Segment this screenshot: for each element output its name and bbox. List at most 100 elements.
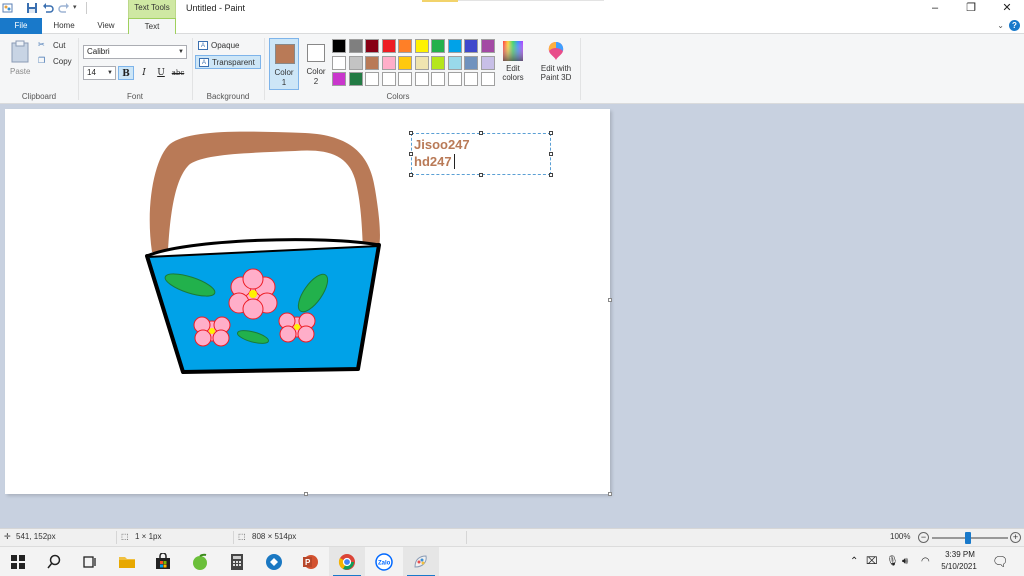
palette-swatch[interactable] bbox=[414, 55, 429, 70]
palette-swatch[interactable] bbox=[348, 72, 363, 86]
palette-swatch[interactable] bbox=[480, 39, 495, 53]
color1-button[interactable]: Color 1 bbox=[269, 38, 299, 90]
canvas-resize-handle-corner[interactable] bbox=[608, 492, 612, 496]
opaque-button[interactable]: A Opaque bbox=[195, 39, 261, 53]
font-size-select[interactable]: 14 ▼ bbox=[83, 66, 116, 80]
palette-swatch[interactable] bbox=[332, 55, 346, 70]
palette-swatch[interactable] bbox=[447, 55, 462, 70]
taskbar-app-blue[interactable] bbox=[256, 547, 292, 576]
taskbar-store[interactable] bbox=[145, 547, 181, 576]
folder-icon bbox=[119, 557, 135, 568]
palette-swatch[interactable] bbox=[398, 72, 412, 86]
paint-app-icon[interactable] bbox=[2, 2, 14, 14]
palette-swatch[interactable] bbox=[381, 55, 396, 70]
palette-swatch[interactable] bbox=[332, 72, 346, 86]
palette-swatch[interactable] bbox=[431, 55, 445, 70]
edit-colors-button[interactable]: Edit colors bbox=[498, 39, 528, 91]
italic-button[interactable]: I bbox=[136, 66, 152, 80]
clock-time[interactable]: 3:39 PM bbox=[938, 550, 982, 559]
resize-handle[interactable] bbox=[409, 131, 413, 135]
canvas-resize-handle-right[interactable] bbox=[608, 298, 612, 302]
clock-date[interactable]: 5/10/2021 bbox=[934, 562, 984, 571]
microphone-icon[interactable]: 🎙︎ bbox=[886, 556, 899, 567]
palette-swatch[interactable] bbox=[464, 39, 478, 53]
zoom-out-button[interactable]: − bbox=[918, 532, 929, 543]
tab-view[interactable]: View bbox=[86, 18, 126, 34]
wifi-icon[interactable]: ◠ bbox=[921, 556, 930, 567]
taskbar-zalo[interactable]: Zalo bbox=[366, 547, 402, 576]
tab-file[interactable]: File bbox=[0, 18, 42, 34]
palette-swatch[interactable] bbox=[398, 39, 412, 53]
redo-icon[interactable] bbox=[58, 2, 70, 14]
drawing-canvas[interactable]: Jisoo247 hd247 bbox=[5, 109, 610, 494]
palette-swatch[interactable] bbox=[447, 39, 462, 53]
taskbar: P Zalo ⌃ ⌧ 🎙︎ 🔊︎ ◠ 3:39 PM 5/10/2021 🗨︎ bbox=[0, 546, 1024, 576]
palette-swatch[interactable] bbox=[348, 55, 363, 70]
taskbar-calculator[interactable] bbox=[219, 547, 255, 576]
palette-swatch[interactable] bbox=[398, 55, 412, 70]
palette-swatch[interactable] bbox=[431, 72, 445, 86]
minimize-button[interactable]: – bbox=[920, 0, 950, 18]
zoom-slider-thumb[interactable] bbox=[965, 532, 971, 544]
resize-handle[interactable] bbox=[479, 173, 483, 177]
palette-swatch[interactable] bbox=[447, 72, 462, 86]
palette-swatch[interactable] bbox=[431, 39, 445, 53]
resize-handle[interactable] bbox=[549, 173, 553, 177]
palette-swatch[interactable] bbox=[348, 39, 363, 53]
close-button[interactable]: ✕ bbox=[992, 0, 1022, 18]
palette-swatch[interactable] bbox=[365, 72, 379, 86]
tab-home[interactable]: Home bbox=[44, 18, 84, 34]
tab-text[interactable]: Text bbox=[128, 18, 176, 35]
resize-handle[interactable] bbox=[549, 152, 553, 156]
palette-swatch[interactable] bbox=[365, 55, 379, 70]
palette-swatch[interactable] bbox=[414, 72, 429, 86]
paste-button[interactable]: Paste bbox=[8, 40, 32, 76]
resize-handle[interactable] bbox=[409, 173, 413, 177]
palette-swatch[interactable] bbox=[464, 72, 478, 86]
palette-swatch[interactable] bbox=[332, 39, 346, 53]
bold-button[interactable]: B bbox=[118, 66, 134, 80]
palette-swatch[interactable] bbox=[414, 39, 429, 53]
palette-swatch[interactable] bbox=[464, 55, 478, 70]
taskbar-chrome[interactable] bbox=[329, 547, 365, 576]
canvas-resize-handle-bottom[interactable] bbox=[304, 492, 308, 496]
palette-swatch[interactable] bbox=[365, 39, 379, 53]
status-divider bbox=[233, 531, 234, 544]
transparent-button[interactable]: A Transparent bbox=[195, 55, 261, 69]
palette-swatch[interactable] bbox=[480, 72, 495, 86]
font-family-select[interactable]: Calibri ▼ bbox=[83, 45, 187, 59]
undo-icon[interactable] bbox=[42, 2, 54, 14]
chevron-down-icon[interactable]: ⌄ bbox=[997, 21, 1004, 30]
color2-button[interactable]: Color 2 bbox=[301, 38, 331, 90]
zoom-in-button[interactable]: + bbox=[1010, 532, 1021, 543]
notifications-icon[interactable]: 🗨︎ bbox=[992, 554, 1009, 570]
save-icon[interactable] bbox=[26, 2, 38, 14]
chevron-up-icon[interactable]: ⌃ bbox=[850, 556, 858, 567]
palette-swatch[interactable] bbox=[480, 55, 495, 70]
taskbar-file-explorer[interactable] bbox=[109, 547, 145, 576]
underline-button[interactable]: U bbox=[153, 66, 169, 80]
edit-with-paint3d-button[interactable]: Edit with Paint 3D bbox=[534, 39, 578, 91]
palette-swatch[interactable] bbox=[381, 39, 396, 53]
restore-button[interactable]: ❐ bbox=[956, 0, 986, 18]
start-button[interactable] bbox=[0, 547, 36, 576]
taskbar-app-green[interactable] bbox=[182, 547, 218, 576]
taskbar-powerpoint[interactable]: P bbox=[292, 547, 328, 576]
text-box[interactable]: Jisoo247 hd247 bbox=[409, 131, 553, 177]
resize-handle[interactable] bbox=[549, 131, 553, 135]
taskbar-paint[interactable] bbox=[403, 547, 439, 576]
volume-icon[interactable]: 🔊︎ bbox=[902, 556, 908, 567]
task-view-button[interactable] bbox=[72, 547, 108, 576]
strikethrough-button[interactable]: abc bbox=[170, 66, 186, 80]
font-size-value: 14 bbox=[87, 68, 96, 77]
help-icon[interactable]: ? bbox=[1009, 20, 1020, 31]
search-button[interactable] bbox=[36, 547, 72, 576]
palette-swatch[interactable] bbox=[381, 72, 396, 86]
chevron-down-icon: ▼ bbox=[107, 70, 113, 76]
resize-handle[interactable] bbox=[479, 131, 483, 135]
copy-button[interactable]: ❐ Copy bbox=[38, 56, 76, 68]
customize-toolbar-icon[interactable]: ▾ bbox=[73, 2, 85, 14]
tablet-icon[interactable]: ⌧ bbox=[866, 556, 878, 567]
resize-handle[interactable] bbox=[409, 152, 413, 156]
cut-button[interactable]: ✂ Cut bbox=[38, 40, 72, 52]
